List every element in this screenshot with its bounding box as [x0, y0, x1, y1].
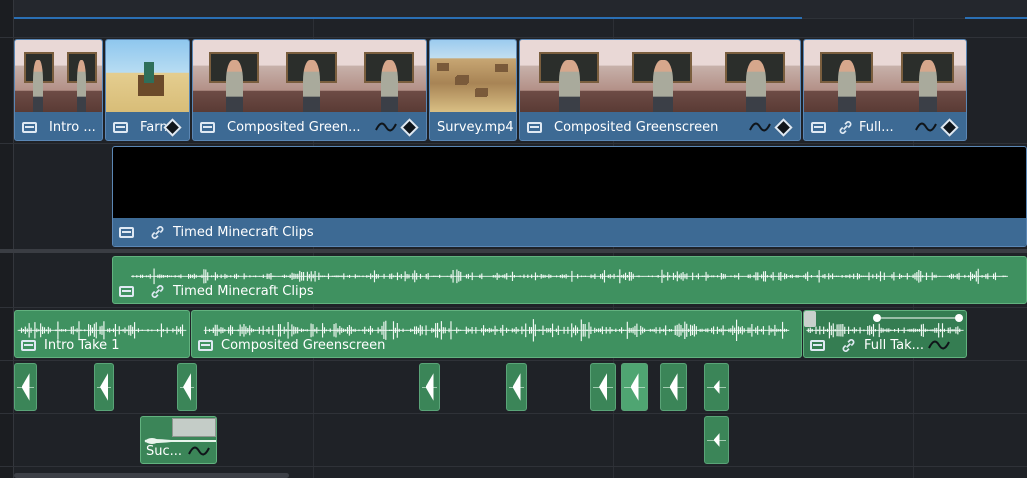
audio-clip-intro-take[interactable]: Intro Take 1	[14, 310, 190, 358]
clip-label-bar: Composited Green...	[193, 114, 426, 140]
clip-title: Full Tak...	[864, 337, 925, 353]
clip-title: Full...	[859, 119, 894, 135]
clip-thumbnails	[15, 40, 102, 112]
clip-label-bar: Timed Minecraft Clips	[113, 281, 314, 301]
curve-icon	[375, 122, 397, 132]
clip-label-bar: Survey.mp4	[430, 114, 516, 140]
keyframe-icon	[940, 117, 959, 137]
clip-title: Composited Greenscreen	[554, 119, 719, 135]
clip-thumbnails	[106, 40, 189, 112]
thumbnail-image	[270, 40, 349, 112]
clip-title: Intro ...	[49, 119, 96, 135]
clip-label-bar: Composited Greenscreen	[520, 114, 800, 140]
link-icon	[842, 338, 855, 352]
clip-title: Composited Greenscreen	[221, 337, 386, 353]
curve-icon	[188, 446, 210, 456]
track-divider	[0, 466, 1027, 467]
clip-title: Timed Minecraft Clips	[173, 283, 314, 299]
video-clip[interactable]: Full...	[803, 39, 967, 141]
thumbnail-image	[348, 40, 426, 112]
video-clip[interactable]: Farm...	[105, 39, 190, 141]
clip-label-bar: Full Tak...	[804, 335, 950, 355]
sfx-clip[interactable]	[14, 363, 37, 411]
thumbnail-image	[58, 40, 102, 112]
thumbnail-image	[706, 40, 800, 112]
sfx-clip[interactable]	[419, 363, 440, 411]
thumbnail-image	[613, 40, 707, 112]
sfx-clip[interactable]	[621, 363, 648, 411]
clip-thumbnails	[430, 40, 516, 112]
film-icon	[200, 121, 215, 133]
film-icon	[811, 121, 826, 133]
curve-icon	[915, 122, 937, 132]
track-header-gutter	[0, 0, 14, 478]
clip-title: Survey.mp4	[437, 119, 514, 135]
keyframe-icon	[400, 117, 419, 137]
clip-thumbnails	[520, 40, 800, 112]
video-clip[interactable]: Intro ...	[14, 39, 103, 141]
clip-title: Composited Green...	[227, 119, 361, 135]
film-icon	[119, 285, 134, 297]
video-clip-timed-minecraft[interactable]: Timed Minecraft Clips	[112, 146, 1027, 247]
video-clip[interactable]: Composited Greenscreen	[519, 39, 801, 141]
film-icon	[21, 339, 36, 351]
video-clip[interactable]: Survey.mp4	[429, 39, 517, 141]
sfx-clip[interactable]	[177, 363, 197, 411]
sfx-clip[interactable]	[590, 363, 616, 411]
clip-label-bar: Farm...	[106, 114, 189, 140]
fade-handle[interactable]	[804, 311, 816, 327]
film-icon	[119, 226, 134, 238]
audio-clip-timed-minecraft[interactable]: Timed Minecraft Clips	[112, 256, 1027, 304]
sfx-clip[interactable]	[704, 363, 729, 411]
track-divider	[0, 143, 1027, 144]
film-icon	[198, 339, 213, 351]
link-icon	[839, 120, 852, 134]
clip-label-bar: Full...	[804, 114, 966, 140]
track-divider	[0, 360, 1027, 361]
sfx-clip[interactable]	[506, 363, 527, 411]
thumbnail-image	[885, 40, 966, 112]
render-bar	[14, 17, 802, 19]
thumbnail-image	[430, 40, 516, 112]
sfx-clip[interactable]	[660, 363, 687, 411]
audio-clip-composited-greenscreen[interactable]: Composited Greenscreen	[191, 310, 802, 358]
thumbnail-image	[106, 40, 189, 112]
thumbnail-image	[193, 40, 271, 112]
clip-thumbnails	[804, 40, 966, 112]
film-icon	[527, 121, 542, 133]
keyframe-icon	[774, 117, 793, 137]
curve-icon	[749, 122, 771, 132]
horizontal-scrollbar[interactable]	[14, 473, 289, 478]
render-bar-right	[965, 17, 1027, 19]
thumbnail-image	[804, 40, 885, 112]
curve-icon	[928, 340, 950, 350]
sfx-clip[interactable]	[704, 416, 729, 464]
film-icon	[113, 121, 128, 133]
clip-thumbnails	[193, 40, 426, 112]
film-icon	[22, 121, 37, 133]
video-clip[interactable]: Composited Green...	[192, 39, 427, 141]
link-icon	[151, 225, 164, 239]
thumbnail-image	[15, 40, 59, 112]
track-divider	[0, 413, 1027, 414]
video-audio-separator[interactable]	[0, 249, 1027, 253]
clip-label-bar: Intro ...	[15, 114, 102, 140]
track-divider	[0, 307, 1027, 308]
clip-label-bar: Suc...	[141, 441, 210, 461]
clip-title: Timed Minecraft Clips	[173, 224, 314, 240]
clip-label-bar: Composited Greenscreen	[192, 335, 385, 355]
keyframe-icon	[163, 117, 182, 137]
sfx-clip[interactable]	[94, 363, 114, 411]
audio-clip-success[interactable]: Suc...	[140, 416, 217, 464]
clip-label-bar: Intro Take 1	[15, 335, 120, 355]
audio-clip-full-take[interactable]: Full Tak...	[803, 310, 967, 358]
film-icon	[810, 339, 825, 351]
thumbnail-image	[520, 40, 614, 112]
clip-label-bar: Timed Minecraft Clips	[113, 218, 1026, 246]
track-divider	[0, 37, 1027, 38]
clip-title: Suc...	[146, 443, 183, 459]
clip-title: Intro Take 1	[44, 337, 120, 353]
link-icon	[151, 284, 164, 298]
